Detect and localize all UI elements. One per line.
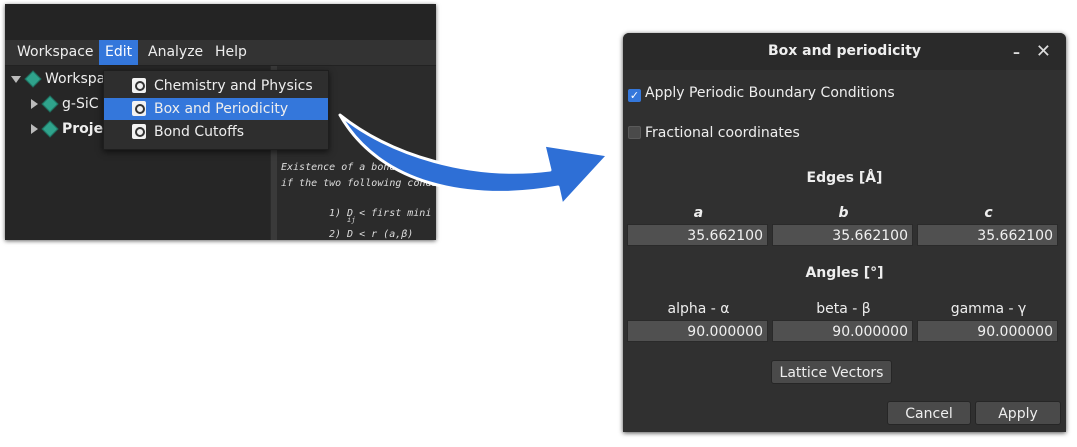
- edge-c-label: c: [984, 205, 993, 221]
- edit-menu-dropdown: Chemistry and Physics Box and Periodicit…: [103, 70, 329, 150]
- menu-item-box-periodicity[interactable]: Box and Periodicity: [104, 98, 328, 120]
- apply-button[interactable]: Apply: [975, 401, 1061, 425]
- dialog-title: Box and periodicity: [623, 33, 1066, 70]
- project-icon: [41, 120, 59, 138]
- edges-section-title: Edges [Å]: [806, 170, 883, 186]
- workspace-icon: [24, 70, 42, 88]
- fractional-checkbox-row[interactable]: Fractional coordinates: [628, 123, 800, 143]
- edge-b-field[interactable]: 35.662100: [772, 224, 913, 246]
- cancel-button[interactable]: Cancel: [887, 401, 971, 425]
- menu-workspace[interactable]: Workspace: [11, 40, 100, 65]
- apply-pbc-label: Apply Periodic Boundary Conditions: [645, 85, 895, 101]
- angle-gamma-label: gamma - γ: [950, 301, 1027, 317]
- collapsed-arrow-icon[interactable]: [31, 99, 38, 109]
- fractional-checkbox[interactable]: [628, 126, 641, 139]
- window-titlebar: [5, 4, 436, 40]
- angles-section-title: Angles [°]: [805, 265, 884, 281]
- fractional-label: Fractional coordinates: [645, 125, 800, 141]
- angle-beta-label: beta - β: [816, 301, 871, 317]
- edge-a-field[interactable]: 35.662100: [627, 224, 768, 246]
- apply-pbc-checkbox[interactable]: ✓: [628, 89, 641, 102]
- angle-gamma-field[interactable]: 90.000000: [917, 320, 1058, 342]
- box-periodicity-dialog: Box and periodicity – ✕ ✓ Apply Periodic …: [623, 33, 1066, 432]
- close-icon[interactable]: ✕: [1036, 41, 1051, 62]
- apply-pbc-checkbox-row[interactable]: ✓ Apply Periodic Boundary Conditions: [628, 83, 895, 103]
- lattice-vectors-button[interactable]: Lattice Vectors: [771, 360, 892, 384]
- menubar: Workspace Edit Analyze Help: [5, 40, 436, 66]
- menu-edit[interactable]: Edit: [99, 40, 139, 65]
- angle-alpha-field[interactable]: 90.000000: [627, 320, 768, 342]
- document-icon: [132, 78, 146, 93]
- menu-item-label: Box and Periodicity: [154, 101, 289, 117]
- text-subscript: ij: [347, 216, 356, 224]
- menu-analyze[interactable]: Analyze: [142, 40, 209, 65]
- angle-alpha-label: alpha - α: [667, 301, 730, 317]
- collapsed-arrow-icon[interactable]: [31, 124, 38, 134]
- menu-help[interactable]: Help: [209, 40, 253, 65]
- menu-item-chemistry-physics[interactable]: Chemistry and Physics: [104, 75, 328, 97]
- expanded-arrow-icon[interactable]: [11, 75, 21, 83]
- edge-c-field[interactable]: 35.662100: [917, 224, 1058, 246]
- right-arrow-icon: [338, 113, 610, 207]
- tree-item-gsic[interactable]: g-SiC: [31, 93, 99, 115]
- document-icon: [132, 124, 146, 139]
- menu-item-label: Bond Cutoffs: [154, 124, 245, 140]
- angle-beta-field[interactable]: 90.000000: [772, 320, 913, 342]
- menu-item-bond-cutoffs[interactable]: Bond Cutoffs: [104, 121, 328, 143]
- edge-b-label: b: [838, 205, 849, 221]
- text-line: 2) D < r (a,β): [329, 229, 414, 240]
- document-icon: [132, 101, 146, 116]
- tree-item-label: g-SiC: [62, 96, 99, 112]
- project-icon: [41, 95, 59, 113]
- edge-a-label: a: [693, 205, 704, 221]
- menu-item-label: Chemistry and Physics: [154, 78, 313, 94]
- minimize-icon[interactable]: –: [1013, 45, 1020, 61]
